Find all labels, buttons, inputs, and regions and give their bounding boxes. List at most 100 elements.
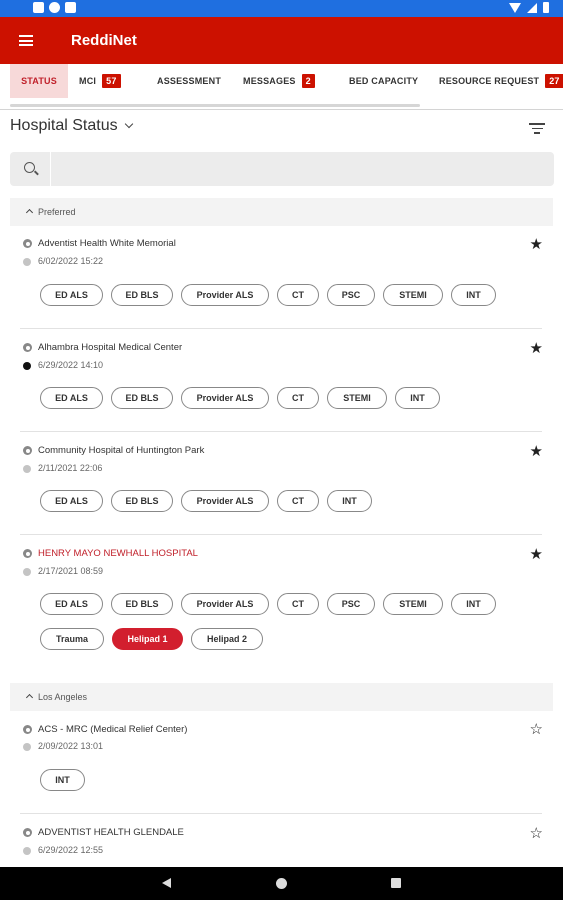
update-status-dot: [23, 362, 31, 370]
section-title: Preferred: [38, 207, 76, 217]
service-chip[interactable]: ED ALS: [40, 284, 103, 306]
hospital-name: Community Hospital of Huntington Park: [38, 445, 205, 456]
tab-label: STATUS: [21, 76, 57, 86]
last-update-time: 6/29/2022 14:10: [38, 360, 104, 370]
service-chip[interactable]: ED BLS: [111, 284, 173, 306]
count-badge: 2: [301, 74, 315, 88]
status-indicator-icon: [23, 239, 32, 248]
service-chip[interactable]: INT: [40, 769, 85, 791]
update-status-dot: [23, 847, 31, 855]
section-header-preferred[interactable]: Preferred: [10, 198, 553, 226]
app-bar: ReddiNet: [0, 17, 563, 64]
service-chip[interactable]: ED BLS: [111, 490, 173, 512]
divider: [20, 328, 542, 329]
star-filled-icon[interactable]: ★: [530, 444, 543, 459]
hospital-card[interactable]: Alhambra Hospital Medical Center 6/29/20…: [10, 331, 543, 433]
service-chip[interactable]: ED BLS: [111, 387, 173, 409]
last-update-time: 6/29/2022 12:55: [38, 845, 104, 855]
star-outline-icon[interactable]: ☆: [530, 826, 543, 841]
search-bar: [10, 152, 554, 186]
status-indicator-icon: [23, 446, 32, 455]
service-chip[interactable]: Provider ALS: [181, 490, 269, 512]
service-chip[interactable]: INT: [395, 387, 440, 409]
service-chip[interactable]: ED ALS: [40, 490, 103, 512]
service-chip[interactable]: CT: [277, 387, 319, 409]
tab-label: MCI: [79, 76, 97, 86]
recent-apps-icon[interactable]: [391, 878, 401, 888]
hamburger-menu-icon[interactable]: [19, 35, 33, 46]
service-chip[interactable]: ED ALS: [40, 593, 103, 615]
hospital-card[interactable]: Adventist Health White Memorial 6/02/202…: [10, 228, 543, 330]
tab-messages[interactable]: MESSAGES 2: [243, 64, 315, 98]
count-badge: 27: [545, 74, 563, 88]
section-title: Los Angeles: [38, 692, 88, 702]
hospital-name: Alhambra Hospital Medical Center: [38, 342, 183, 353]
hospital-card[interactable]: ACS - MRC (Medical Relief Center) 2/09/2…: [10, 713, 543, 815]
star-filled-icon[interactable]: ★: [530, 237, 543, 252]
tab-label: ASSESSMENT: [157, 76, 222, 86]
star-outline-icon[interactable]: ☆: [530, 722, 543, 737]
status-indicator-icon: [23, 828, 32, 837]
notification-icon: [65, 2, 76, 13]
service-chip[interactable]: CT: [277, 284, 319, 306]
service-chip[interactable]: ED ALS: [40, 387, 103, 409]
service-chip[interactable]: ED BLS: [111, 593, 173, 615]
update-status-dot: [23, 465, 31, 473]
service-chip[interactable]: Trauma: [40, 628, 104, 650]
search-input[interactable]: [56, 152, 546, 186]
hospital-card[interactable]: ADVENTIST HEALTH GLENDALE 6/29/2022 12:5…: [10, 816, 543, 866]
service-chip[interactable]: Helipad 2: [191, 628, 263, 650]
service-chip[interactable]: Provider ALS: [181, 593, 269, 615]
service-chip[interactable]: Provider ALS: [181, 284, 269, 306]
service-chip[interactable]: PSC: [327, 284, 375, 306]
service-chip[interactable]: STEMI: [327, 387, 387, 409]
service-chip[interactable]: CT: [277, 490, 319, 512]
tab-scrollbar[interactable]: [10, 104, 420, 107]
chevron-up-icon: [25, 693, 34, 702]
hospital-name: ADVENTIST HEALTH GLENDALE: [38, 827, 184, 838]
status-indicator-icon: [23, 549, 32, 558]
hospital-card[interactable]: Community Hospital of Huntington Park 2/…: [10, 434, 543, 536]
service-chip[interactable]: CT: [277, 593, 319, 615]
tab-label: RESOURCE REQUEST: [439, 76, 540, 86]
service-chip[interactable]: INT: [451, 593, 496, 615]
tab-resource-request[interactable]: RESOURCE REQUEST 27: [439, 64, 563, 98]
wifi-icon: [509, 2, 521, 13]
tab-status[interactable]: STATUS: [10, 64, 68, 98]
chevron-down-icon: [124, 119, 133, 129]
divider: [20, 431, 542, 432]
service-chip[interactable]: Provider ALS: [181, 387, 269, 409]
tab-assessment[interactable]: ASSESSMENT: [157, 64, 221, 98]
update-status-dot: [23, 258, 31, 266]
hospital-card[interactable]: HENRY MAYO NEWHALL HOSPITAL 2/17/2021 08…: [10, 537, 543, 669]
app-title: ReddiNet: [71, 32, 137, 49]
service-chip[interactable]: STEMI: [383, 593, 443, 615]
star-filled-icon[interactable]: ★: [530, 547, 543, 562]
search-icon[interactable]: [24, 162, 35, 173]
hospital-name: HENRY MAYO NEWHALL HOSPITAL: [38, 548, 198, 559]
home-icon[interactable]: [276, 878, 287, 889]
hospital-status-dropdown[interactable]: Hospital Status: [10, 117, 133, 135]
battery-icon: [543, 2, 549, 13]
service-chip[interactable]: INT: [451, 284, 496, 306]
back-icon[interactable]: [162, 878, 171, 888]
update-status-dot: [23, 568, 31, 576]
last-update-time: 2/17/2021 08:59: [38, 566, 104, 576]
service-chip[interactable]: INT: [327, 490, 372, 512]
tab-bed-capacity[interactable]: BED CAPACITY: [349, 64, 418, 98]
tab-mci[interactable]: MCI 57: [79, 64, 121, 98]
status-indicator-icon: [23, 343, 32, 352]
tab-bar: STATUS MCI 57 ASSESSMENT MESSAGES 2 BED …: [0, 64, 563, 110]
section-header-los-angeles[interactable]: Los Angeles: [10, 683, 553, 711]
hospital-name: Adventist Health White Memorial: [38, 238, 176, 249]
service-chip[interactable]: STEMI: [383, 284, 443, 306]
service-chip-active[interactable]: Helipad 1: [112, 628, 183, 650]
filter-icon[interactable]: [529, 123, 545, 135]
page-title: Hospital Status: [10, 117, 118, 134]
star-filled-icon[interactable]: ★: [530, 341, 543, 356]
chevron-up-icon: [25, 208, 34, 217]
last-update-time: 6/02/2022 15:22: [38, 256, 104, 266]
service-chip[interactable]: PSC: [327, 593, 375, 615]
signal-icon: [527, 2, 537, 13]
page-header: Hospital Status: [0, 112, 563, 148]
